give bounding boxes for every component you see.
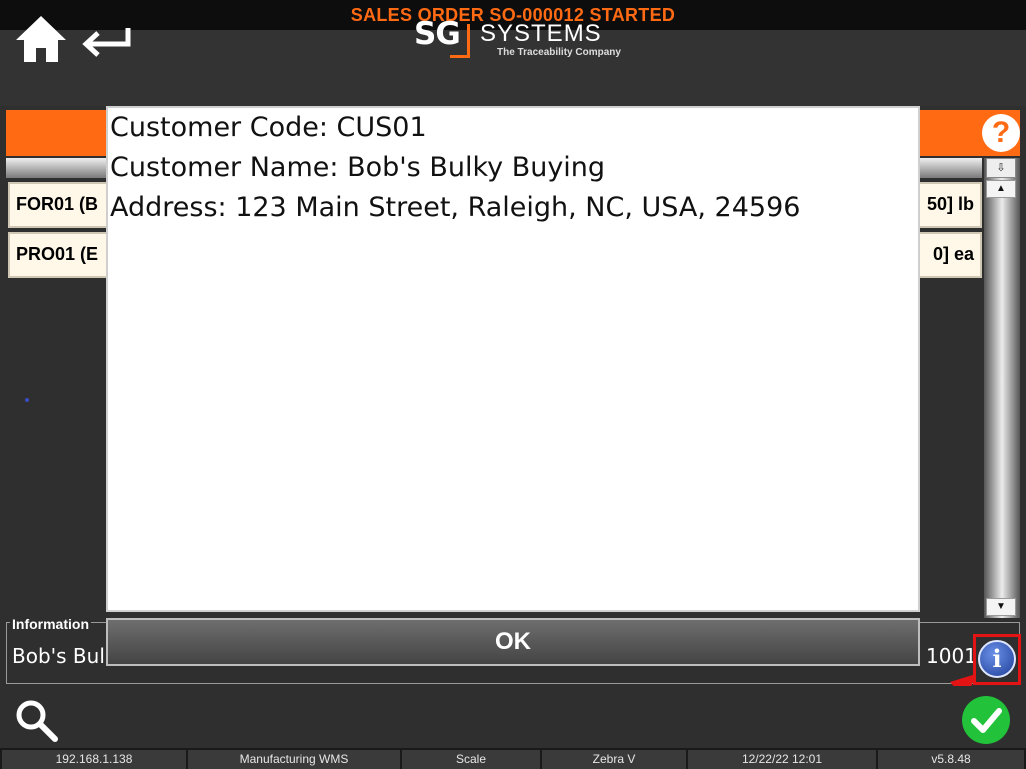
status-printer: Zebra V <box>542 750 686 769</box>
confirm-check-icon[interactable] <box>962 696 1010 744</box>
information-legend: Information <box>10 616 91 632</box>
footer-bar <box>0 686 1026 748</box>
stray-dot <box>25 398 29 402</box>
customer-code-line: Customer Code: CUS01 <box>110 112 427 143</box>
row-quantity: 50] lb <box>926 194 974 214</box>
customer-name-line: Customer Name: Bob's Bulky Buying <box>110 152 606 183</box>
customer-address-line: Address: 123 Main Street, Raleigh, NC, U… <box>110 192 801 223</box>
ok-button[interactable]: OK <box>106 618 920 666</box>
scroll-up-icon[interactable]: ▲ <box>986 180 1016 198</box>
status-application: Manufacturing WMS <box>188 750 400 769</box>
scroll-down-icon[interactable]: ▼ <box>986 598 1016 616</box>
row-quantity: 0] ea <box>932 244 974 264</box>
logo-bracket <box>450 24 470 58</box>
return-arrow-icon[interactable] <box>80 22 134 60</box>
status-version: v5.8.48 <box>878 750 1024 769</box>
app-screen: SALES ORDER SO-000012 STARTED SG SYSTEMS… <box>0 0 1026 769</box>
help-icon[interactable]: ? <box>982 114 1020 152</box>
status-datetime: 12/22/22 12:01 <box>688 750 876 769</box>
status-scale: Scale <box>402 750 540 769</box>
logo-tagline: The Traceability Company <box>497 47 621 58</box>
customer-info-dialog: Customer Code: CUS01 Customer Name: Bob'… <box>106 106 920 612</box>
logo-name: SYSTEMS <box>480 20 602 47</box>
information-text: Bob's Bul <box>12 644 105 668</box>
search-icon[interactable] <box>12 696 60 744</box>
scroll-menu-icon[interactable]: ⇩ <box>986 158 1016 178</box>
vertical-scrollbar[interactable] <box>984 158 1020 618</box>
row-item-code: FOR01 (B <box>16 194 99 214</box>
home-icon[interactable] <box>14 14 68 64</box>
status-ip: 192.168.1.138 <box>2 750 186 769</box>
row-item-code: PRO01 (E <box>16 244 99 264</box>
information-value: 1001 <box>926 644 977 668</box>
sg-systems-logo: SG SYSTEMS The Traceability Company <box>414 14 624 64</box>
